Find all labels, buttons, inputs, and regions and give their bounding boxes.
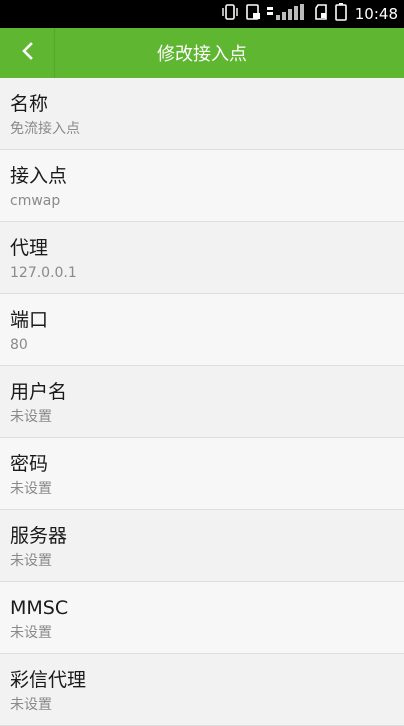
list-item-password[interactable]: 密码 未设置 bbox=[0, 438, 404, 510]
status-bar: 10:48 bbox=[0, 0, 404, 28]
item-value: 未设置 bbox=[10, 481, 52, 497]
list-item-mms-proxy[interactable]: 彩信代理 未设置 bbox=[0, 654, 404, 726]
item-value: 免流接入点 bbox=[10, 121, 80, 137]
item-value: 未设置 bbox=[10, 553, 52, 569]
item-title: MMSC bbox=[10, 597, 69, 619]
status-icons: 10:48 bbox=[221, 0, 398, 28]
item-value: 未设置 bbox=[10, 697, 52, 713]
item-value: 127.0.0.1 bbox=[10, 265, 77, 281]
item-value: 未设置 bbox=[10, 409, 52, 425]
item-title: 接入点 bbox=[10, 165, 68, 187]
page-title: 修改接入点 bbox=[157, 44, 247, 65]
back-button[interactable] bbox=[0, 28, 54, 78]
item-title: 服务器 bbox=[10, 525, 68, 547]
battery-icon bbox=[334, 3, 347, 25]
vibrate-icon bbox=[221, 4, 239, 24]
item-value: 未设置 bbox=[10, 625, 52, 641]
signal-icon bbox=[266, 4, 309, 24]
item-title: 端口 bbox=[10, 309, 49, 331]
sim-icon bbox=[245, 4, 261, 24]
list-item-name[interactable]: 名称 免流接入点 bbox=[0, 78, 404, 150]
action-bar: 修改接入点 bbox=[0, 28, 404, 78]
item-title: 名称 bbox=[10, 93, 49, 115]
item-title: 用户名 bbox=[10, 381, 68, 403]
settings-list: 名称 免流接入点 接入点 cmwap 代理 127.0.0.1 端口 80 用户… bbox=[0, 78, 404, 726]
sd-card-icon bbox=[314, 4, 329, 24]
status-time: 10:48 bbox=[354, 5, 398, 23]
list-item-apn[interactable]: 接入点 cmwap bbox=[0, 150, 404, 222]
list-item-mmsc[interactable]: MMSC 未设置 bbox=[0, 582, 404, 654]
chevron-left-icon bbox=[20, 41, 34, 65]
list-item-server[interactable]: 服务器 未设置 bbox=[0, 510, 404, 582]
item-value: cmwap bbox=[10, 193, 61, 209]
list-item-port[interactable]: 端口 80 bbox=[0, 294, 404, 366]
list-item-proxy[interactable]: 代理 127.0.0.1 bbox=[0, 222, 404, 294]
item-title: 彩信代理 bbox=[10, 669, 87, 691]
list-item-username[interactable]: 用户名 未设置 bbox=[0, 366, 404, 438]
item-value: 80 bbox=[10, 337, 28, 353]
item-title: 代理 bbox=[10, 237, 49, 259]
item-title: 密码 bbox=[10, 453, 49, 475]
